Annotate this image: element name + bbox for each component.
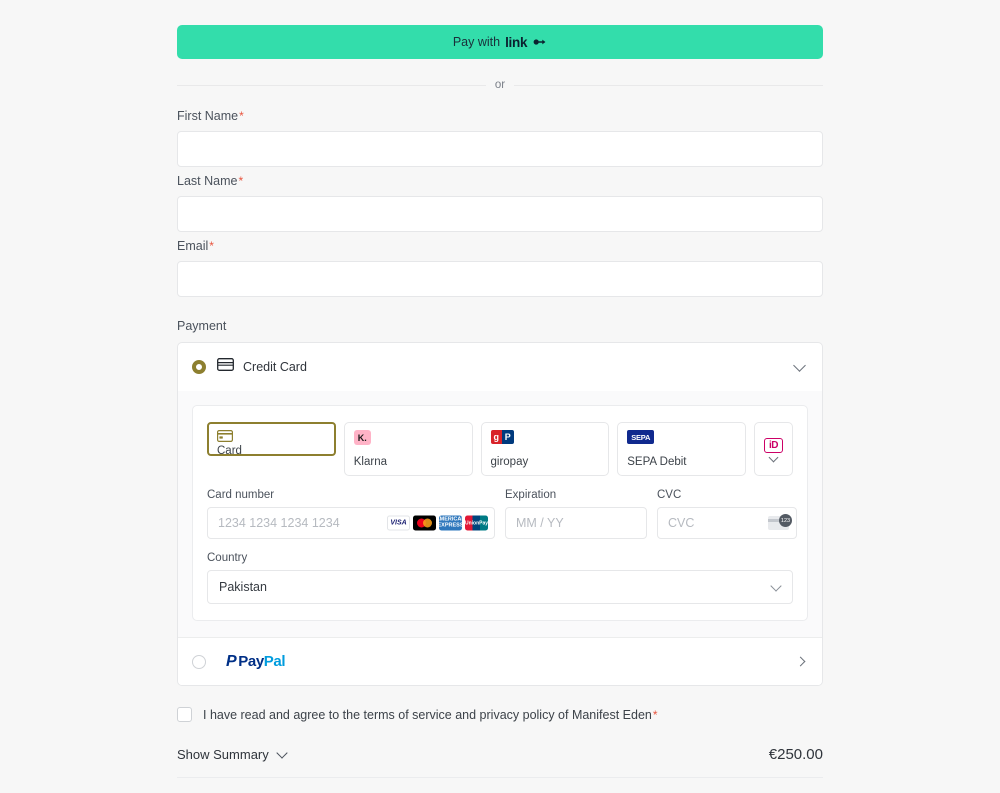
card-icon	[217, 430, 326, 445]
card-number-group: Card number VISA AMERICAN EXPRESS	[207, 489, 495, 539]
terms-text-content: I have read and agree to the terms of se…	[203, 707, 652, 722]
email-label: Email*	[177, 239, 823, 253]
email-field-group: Email*	[177, 239, 823, 297]
expiration-group: Expiration	[505, 489, 647, 539]
tile-card-label: Card	[217, 445, 242, 457]
payment-section-label: Payment	[177, 319, 227, 333]
country-label: Country	[207, 552, 248, 564]
required-asterisk: *	[652, 707, 658, 722]
last-name-input[interactable]	[177, 196, 823, 232]
cvc-group: CVC	[657, 489, 797, 539]
link-logo: link	[505, 34, 528, 50]
credit-card-radio[interactable]	[192, 360, 206, 374]
tile-card[interactable]: Card	[207, 422, 336, 457]
klarna-logo: K.	[353, 430, 371, 445]
payment-method-paypal[interactable]: P Pay Pal	[178, 637, 822, 685]
pay-with-link-prefix: Pay with	[452, 35, 501, 49]
show-summary-label: Show Summary	[177, 747, 269, 762]
paypal-logo: P Pay Pal	[226, 653, 797, 671]
tile-sepa-debit-label: SEPA Debit	[627, 456, 687, 468]
email-label-text: Email	[177, 239, 209, 253]
last-name-label: Last Name*	[177, 174, 823, 188]
credit-card-label: Credit Card	[243, 360, 307, 374]
card-number-wrapper: VISA AMERICAN EXPRESS UnionPay	[207, 507, 495, 539]
checkout-page: Pay with link or First Name* Last Name* …	[0, 0, 1000, 778]
terms-row: I have read and agree to the terms of se…	[177, 707, 823, 722]
first-name-field-group: First Name*	[177, 109, 823, 167]
first-name-label-text: First Name	[177, 109, 239, 123]
giropay-logo-g: g	[490, 430, 502, 444]
pay-with-link-button[interactable]: Pay with link	[177, 25, 823, 59]
chevron-right-icon[interactable]	[795, 656, 806, 667]
sepa-logo: SEPA	[627, 430, 655, 444]
expiration-input[interactable]	[505, 507, 647, 539]
first-name-input[interactable]	[177, 131, 823, 167]
credit-card-panel: Card K. Klarna g P giropay SEPA SEPA Deb…	[178, 391, 822, 637]
arrow-right-icon	[533, 37, 547, 47]
country-select[interactable]: Pakistan	[207, 570, 793, 604]
tile-giropay-label: giropay	[490, 456, 529, 468]
last-name-label-text: Last Name	[177, 174, 238, 188]
tile-sepa-debit[interactable]: SEPA SEPA Debit	[617, 422, 746, 476]
cvc-card-icon	[768, 514, 792, 530]
tile-giropay[interactable]: g P giropay	[480, 422, 610, 476]
country-group: Country Pakistan	[207, 552, 793, 604]
order-total: €250.00	[768, 746, 823, 763]
tile-more-methods[interactable]: iD	[754, 422, 793, 476]
summary-row: Show Summary €250.00	[177, 746, 823, 778]
paypal-logo-mark: P	[226, 652, 237, 670]
show-summary-toggle[interactable]: Show Summary	[177, 746, 288, 762]
email-input[interactable]	[177, 261, 823, 297]
paypal-radio[interactable]	[192, 654, 206, 669]
chevron-down-icon[interactable]	[276, 746, 288, 759]
country-select-wrapper: Pakistan	[207, 570, 793, 604]
cvc-label: CVC	[657, 489, 682, 501]
card-number-input[interactable]	[207, 507, 495, 539]
card-inputs-row: Card number VISA AMERICAN EXPRESS	[207, 489, 797, 539]
cvc-wrapper	[657, 507, 797, 539]
first-name-label: First Name*	[177, 109, 823, 123]
required-asterisk: *	[239, 109, 244, 123]
paypal-logo-pal: Pal	[263, 653, 286, 670]
giropay-logo-p: P	[502, 430, 514, 444]
paypal-logo-pay: Pay	[238, 653, 264, 670]
tile-klarna-label: Klarna	[353, 456, 387, 468]
last-name-field-group: Last Name*	[177, 174, 823, 232]
ideal-logo: iD	[764, 437, 783, 453]
payment-method-credit-card[interactable]: Credit Card	[178, 343, 822, 391]
chevron-down-icon[interactable]	[793, 358, 806, 372]
payment-methods-box: Credit Card Card K. Klarna g P giropay S…	[177, 342, 823, 686]
required-asterisk: *	[209, 239, 214, 253]
credit-card-icon	[217, 358, 234, 376]
tile-klarna[interactable]: K. Klarna	[343, 422, 473, 476]
terms-text: I have read and agree to the terms of se…	[203, 708, 658, 722]
chevron-down-icon[interactable]	[768, 452, 779, 462]
card-number-label: Card number	[207, 489, 275, 501]
payment-type-tiles: Card K. Klarna g P giropay SEPA SEPA Deb…	[207, 422, 793, 476]
giropay-logo: g P	[490, 430, 514, 444]
expiration-label: Expiration	[505, 489, 557, 501]
or-divider: or	[177, 68, 823, 102]
required-asterisk: *	[238, 174, 244, 188]
or-divider-label: or	[485, 79, 515, 91]
checkout-container: Pay with link or First Name* Last Name* …	[177, 25, 823, 778]
terms-checkbox[interactable]	[177, 707, 192, 722]
card-form-panel: Card K. Klarna g P giropay SEPA SEPA Deb…	[192, 405, 808, 621]
